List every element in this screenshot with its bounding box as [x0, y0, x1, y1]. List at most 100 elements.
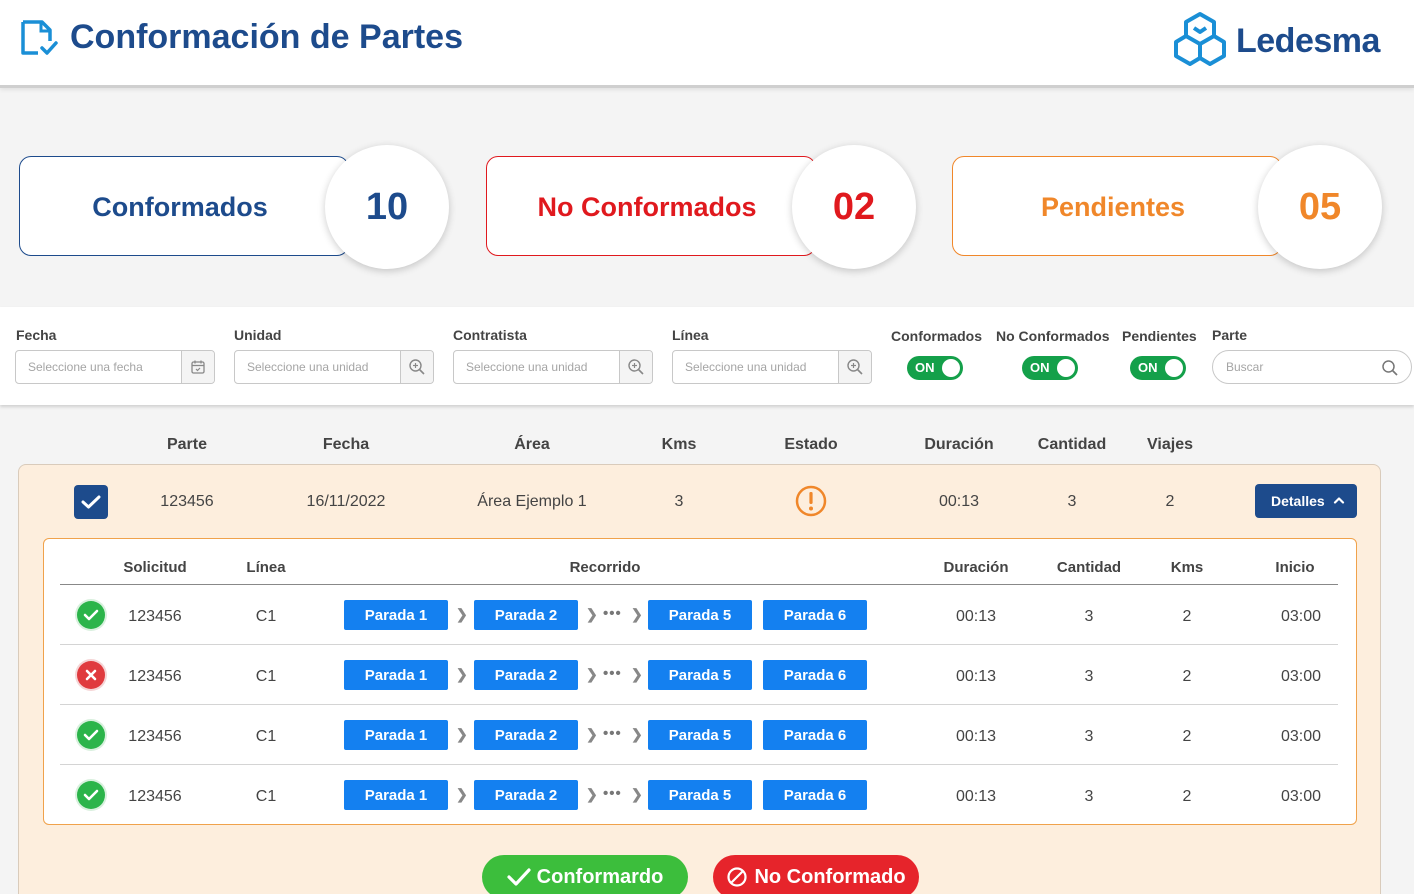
route-stop-button[interactable]: Parada 6: [763, 720, 867, 750]
route-stop-button[interactable]: Parada 1: [344, 720, 448, 750]
route-stop-button[interactable]: Parada 2: [474, 600, 578, 630]
app-header: Conformación de Partes Ledesma: [0, 0, 1414, 88]
ban-icon: [727, 867, 748, 887]
sub-row-duracion: 00:13: [955, 788, 997, 805]
sub-row-solicitud: 123456: [128, 608, 182, 625]
ledesma-logo-icon: [1174, 12, 1226, 66]
contratista-field[interactable]: Seleccione una unidad: [453, 350, 653, 384]
parte-search-input[interactable]: Buscar: [1212, 350, 1412, 384]
row-checkbox[interactable]: [74, 485, 108, 519]
route-stop-button[interactable]: Parada 1: [344, 600, 448, 630]
sub-header-solicitud: Solicitud: [123, 559, 187, 576]
chevron-up-icon: [1333, 497, 1345, 504]
toggle-knob: [942, 359, 960, 377]
details-button[interactable]: Detalles: [1255, 484, 1357, 518]
filter-label-fecha: Fecha: [16, 327, 57, 343]
column-header-duracion: Duración: [924, 436, 994, 453]
chevron-right-icon: ❯: [586, 726, 598, 742]
unidad-placeholder: Seleccione una unidad: [247, 360, 369, 374]
sub-row-kms: 2: [1182, 728, 1192, 745]
sub-header-linea: Línea: [246, 559, 286, 576]
sub-row-linea: C1: [255, 788, 277, 805]
sub-header-recorrido: Recorrido: [569, 559, 641, 576]
unidad-field[interactable]: Seleccione una unidad: [234, 350, 434, 384]
toggle-no-conformados[interactable]: ON: [1022, 356, 1078, 380]
route-stop-button[interactable]: Parada 2: [474, 780, 578, 810]
summary-count-no-conformados: 02: [792, 145, 916, 269]
sub-row-cantidad: 3: [1084, 668, 1094, 685]
document-check-icon: [21, 20, 58, 55]
route-stop-button[interactable]: Parada 2: [474, 720, 578, 750]
sub-row-solicitud: 123456: [128, 728, 182, 745]
route-stop-button[interactable]: Parada 6: [763, 780, 867, 810]
route-stop-button[interactable]: Parada 5: [648, 780, 752, 810]
sub-row-kms: 2: [1182, 788, 1192, 805]
chevron-right-icon: ❯: [586, 786, 598, 802]
sub-row-inicio: 03:00: [1280, 728, 1322, 745]
check-icon: [81, 495, 101, 509]
route-ellipsis[interactable]: •••: [603, 725, 622, 742]
chevron-right-icon: ❯: [631, 726, 643, 742]
summary-card-conformados[interactable]: Conformados: [19, 156, 349, 256]
toggle-state: ON: [1030, 360, 1050, 375]
filter-label-parte: Parte: [1212, 327, 1248, 343]
conformar-button[interactable]: Conformardo: [482, 855, 688, 894]
zoom-icon[interactable]: [619, 351, 652, 383]
sub-header-cantidad: Cantidad: [1056, 559, 1122, 576]
no-conformar-button[interactable]: No Conformado: [713, 855, 919, 894]
toggle-conformados[interactable]: ON: [907, 356, 963, 380]
sub-header-duracion: Duración: [943, 559, 1009, 576]
row-parte: 123456: [160, 493, 214, 510]
toggle-label-no-conformados: No Conformados: [996, 328, 1110, 344]
fecha-field[interactable]: Seleccione una fecha: [15, 350, 215, 384]
filter-label-linea: Línea: [672, 327, 709, 343]
route-stop-button[interactable]: Parada 5: [648, 660, 752, 690]
no-conformar-button-label: No Conformado: [754, 865, 906, 888]
route-ellipsis[interactable]: •••: [603, 605, 622, 622]
route-ellipsis[interactable]: •••: [603, 665, 622, 682]
column-header-cantidad: Cantidad: [1037, 436, 1107, 453]
details-button-label: Detalles: [1271, 493, 1325, 509]
summary-card-no-conformados[interactable]: No Conformados: [486, 156, 816, 256]
status-ok-icon: [77, 721, 105, 749]
toggle-knob: [1057, 359, 1075, 377]
chevron-right-icon: ❯: [586, 666, 598, 682]
column-header-kms: Kms: [661, 436, 697, 453]
route-stop-button[interactable]: Parada 6: [763, 600, 867, 630]
route-stop-button[interactable]: Parada 2: [474, 660, 578, 690]
route-stop-button[interactable]: Parada 5: [648, 720, 752, 750]
column-header-fecha: Fecha: [322, 436, 370, 453]
chevron-right-icon: ❯: [456, 606, 468, 622]
sub-row-solicitud: 123456: [128, 668, 182, 685]
route-stop-button[interactable]: Parada 5: [648, 600, 752, 630]
zoom-icon[interactable]: [400, 351, 433, 383]
ledesma-logo-text: Ledesma: [1236, 22, 1380, 60]
chevron-right-icon: ❯: [456, 666, 468, 682]
toggle-pendientes[interactable]: ON: [1130, 356, 1186, 380]
summary-card-pendientes[interactable]: Pendientes: [952, 156, 1282, 256]
summary-label-conformados: Conformados: [92, 191, 268, 222]
row-cantidad: 3: [1067, 493, 1077, 510]
column-header-parte: Parte: [166, 436, 208, 453]
row-area: Área Ejemplo 1: [477, 493, 587, 510]
linea-field[interactable]: Seleccione una unidad: [672, 350, 872, 384]
route-stop-button[interactable]: Parada 6: [763, 660, 867, 690]
calendar-icon[interactable]: [181, 351, 214, 383]
status-ok-icon: [77, 781, 105, 809]
route-stop-button[interactable]: Parada 1: [344, 660, 448, 690]
sub-row-linea: C1: [255, 728, 277, 745]
status-error-icon: [77, 661, 105, 689]
route-ellipsis[interactable]: •••: [603, 785, 622, 802]
summary-label-no-conformados: No Conformados: [537, 191, 757, 222]
linea-placeholder: Seleccione una unidad: [685, 360, 807, 374]
zoom-icon[interactable]: [838, 351, 871, 383]
row-divider: [60, 644, 1338, 645]
sub-row-cantidad: 3: [1084, 728, 1094, 745]
route-stop-button[interactable]: Parada 1: [344, 780, 448, 810]
search-icon[interactable]: [1381, 359, 1399, 377]
page-title: Conformación de Partes: [70, 18, 463, 56]
filter-label-unidad: Unidad: [234, 327, 282, 343]
row-duracion: 00:13: [938, 493, 980, 510]
warning-icon: [795, 485, 827, 517]
chevron-right-icon: ❯: [631, 666, 643, 682]
